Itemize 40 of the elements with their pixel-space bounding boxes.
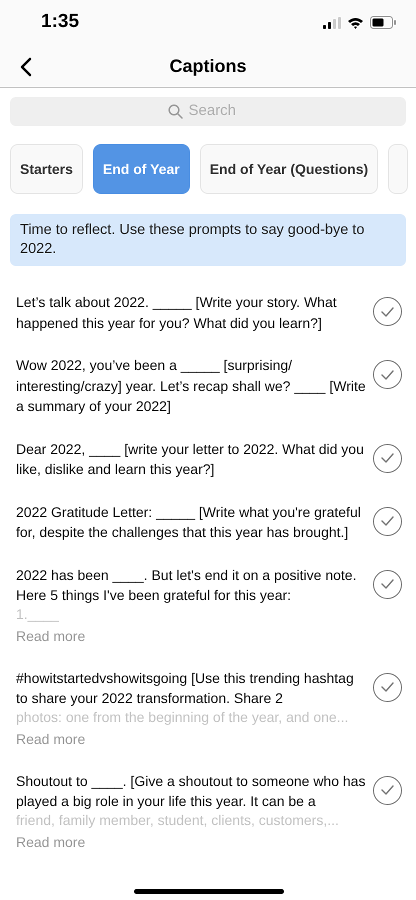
checkmark-icon xyxy=(381,306,394,316)
checkmark-icon xyxy=(381,579,394,589)
read-more-link[interactable]: Read more xyxy=(16,626,86,646)
read-more-link[interactable]: Read more xyxy=(16,728,86,748)
status-time: 1:35 xyxy=(41,10,80,34)
read-more-link[interactable]: Read more xyxy=(16,832,86,852)
wifi-icon xyxy=(347,16,364,28)
use-caption-button[interactable] xyxy=(373,506,402,536)
category-tab[interactable]: Starters xyxy=(10,144,83,194)
signal-icon xyxy=(323,16,341,28)
use-caption-button[interactable] xyxy=(373,360,402,389)
back-icon xyxy=(20,57,32,77)
checkmark-icon xyxy=(381,370,394,380)
use-caption-button[interactable] xyxy=(373,297,402,326)
checkmark-icon xyxy=(381,682,394,692)
battery-icon xyxy=(370,16,396,29)
caption-text: 2022 has been ____. But let's end it on a positive note. Here 5 things I've been grateful for this year: xyxy=(16,566,358,605)
caption-text: Shoutout to ____. [Give a shoutout to someone who has played a big role in your life this year. It can be a xyxy=(16,772,366,811)
caption-text: Wow 2022, you’ve been a _____ [surprising/ interesting/crazy] year. Let’s recap shall we? ____ [Write a summary of your 2022] xyxy=(16,356,366,416)
checkmark-icon xyxy=(381,453,394,463)
use-caption-button[interactable] xyxy=(373,570,402,598)
info-banner: Time to reflect. Use these prompts to say good-bye to 2022. xyxy=(10,214,406,266)
category-tab[interactable]: End of Year xyxy=(92,144,190,194)
use-caption-button[interactable] xyxy=(373,776,402,804)
search-input[interactable]: Search xyxy=(188,100,248,123)
search-field[interactable]: Search xyxy=(10,97,406,126)
checkmark-icon xyxy=(381,785,394,795)
caption-preview: 1.____ xyxy=(16,606,60,622)
caption-text: Dear 2022, ____ [write your letter to 2022. What did you like, dislike and learn this year?] xyxy=(16,440,365,479)
caption-preview: photos: one from the beginning of the year, and one... xyxy=(16,708,350,726)
search-icon xyxy=(168,104,182,119)
caption-text: #howitstartedvshowitsgoing [Use this trending hashtag to share your 2022 transformation. Share 2 xyxy=(16,668,355,708)
checkmark-icon xyxy=(381,516,394,526)
caption-preview: friend, family member, student, clients, customers,... xyxy=(16,812,340,828)
screen-title: Captions xyxy=(169,54,246,78)
caption-text: Let’s talk about 2022. _____ [Write your story. What happened this year for you? What did you learn?] xyxy=(16,293,338,333)
use-caption-button[interactable] xyxy=(373,672,402,702)
category-tab[interactable]: End of Year (Questions) xyxy=(200,144,378,194)
caption-text: 2022 Gratitude Letter: _____ [Write what you're grateful for, despite the challenges that this year has brought.] xyxy=(16,502,362,542)
use-caption-button[interactable] xyxy=(373,444,402,472)
